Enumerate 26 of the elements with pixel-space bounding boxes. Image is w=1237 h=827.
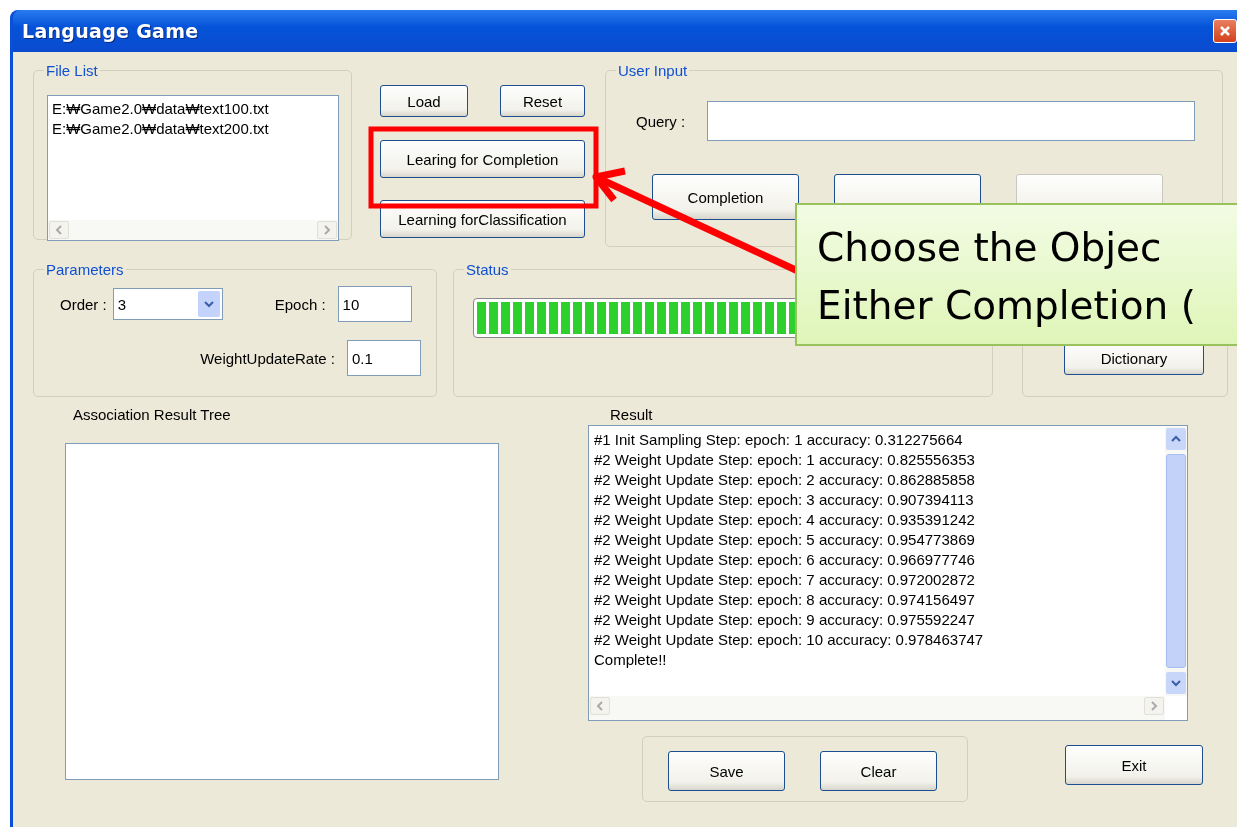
result-line: #2 Weight Update Step: epoch: 5 accuracy: 0.954773869 xyxy=(594,530,976,550)
result-line: #2 Weight Update Step: epoch: 7 accuracy: 0.972002872 xyxy=(594,570,976,590)
callout-text: Either Completion ( xyxy=(817,282,1197,330)
group-label: User Input xyxy=(617,62,689,79)
result-line: #2 Weight Update Step: epoch: 9 accuracy: 0.975592247 xyxy=(594,610,976,630)
result-line: #2 Weight Update Step: epoch: 6 accuracy: 0.966977746 xyxy=(594,550,976,570)
result-line: #2 Weight Update Step: epoch: 8 accuracy: 0.974156497 xyxy=(594,590,976,610)
order-value: 3 xyxy=(117,295,127,313)
group-label: Parameters xyxy=(45,261,125,278)
group-label: File List xyxy=(45,62,99,79)
result-line: #2 Weight Update Step: epoch: 3 accuracy: 0.907394113 xyxy=(594,490,975,510)
result-label: Result xyxy=(610,406,654,423)
result-line: #2 Weight Update Step: epoch: 4 accuracy: 0.935391242 xyxy=(594,510,976,530)
result-line: #2 Weight Update Step: epoch: 10 accuracy: 0.978463747 xyxy=(594,630,985,650)
callout-text: Choose the Objec xyxy=(817,224,1163,272)
result-line: #2 Weight Update Step: epoch: 2 accuracy: 0.862885858 xyxy=(594,470,976,490)
query-label: Query : xyxy=(636,112,686,130)
tree-label: Association Result Tree xyxy=(73,406,232,423)
result-line: #2 Weight Update Step: epoch: 1 accuracy: 0.825556353 xyxy=(594,450,976,470)
epoch-label: Epoch : xyxy=(274,295,326,313)
result-line: #1 Init Sampling Step: epoch: 1 accuracy: 0.312275664 xyxy=(594,430,964,450)
window-title: Language Game xyxy=(22,20,199,42)
group-label: Status xyxy=(465,261,510,278)
result-line: Complete!! xyxy=(594,650,668,670)
order-label: Order : xyxy=(60,295,107,313)
weight-update-rate-label: WeightUpdateRate : xyxy=(200,349,335,367)
